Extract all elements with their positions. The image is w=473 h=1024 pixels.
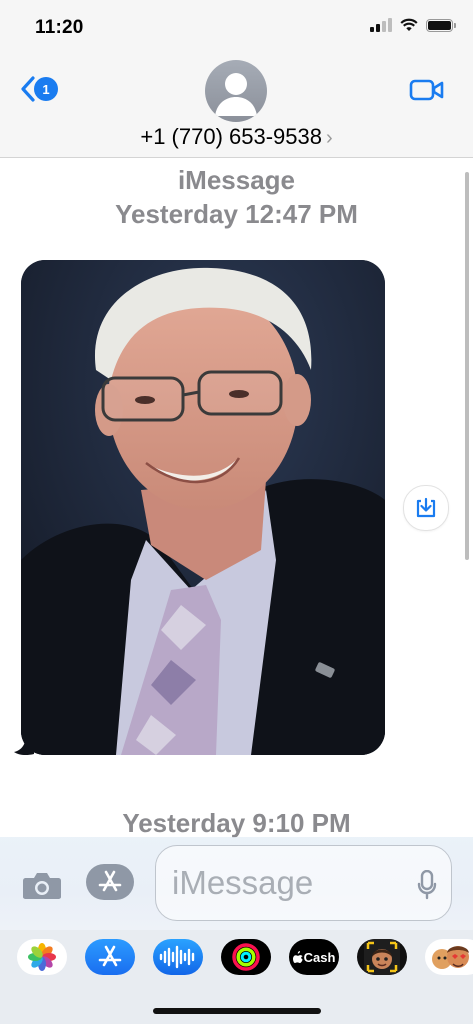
photos-app-button[interactable]	[17, 939, 67, 975]
dictation-button[interactable]	[417, 869, 437, 905]
app-store-app-button[interactable]	[85, 939, 135, 975]
memoji-stickers-app-button[interactable]	[425, 939, 473, 975]
app-store-icon	[98, 870, 122, 892]
person-icon	[215, 73, 257, 116]
apps-button[interactable]	[86, 864, 134, 900]
activity-app-button[interactable]	[221, 939, 271, 975]
contact-avatar[interactable]	[205, 60, 267, 122]
bubble-tail-icon	[14, 734, 34, 756]
cellular-signal-icon	[370, 18, 392, 32]
save-photo-button[interactable]	[403, 485, 449, 531]
app-store-a-icon	[98, 945, 122, 967]
conversation-header: 1 +1 (770) 653-9538 ›	[0, 56, 473, 158]
message-input-field[interactable]	[155, 845, 452, 921]
memoji-stickers-icon	[432, 946, 469, 969]
photos-icon	[28, 943, 56, 971]
camera-icon	[23, 873, 61, 899]
status-bar: 11:20	[0, 0, 473, 56]
message-timestamp: Yesterday 12:47 PM	[115, 199, 358, 229]
compose-bar	[0, 837, 473, 930]
activity-rings-icon	[232, 943, 260, 971]
video-camera-icon	[409, 79, 444, 101]
waveform-icon	[159, 945, 195, 969]
facetime-video-button[interactable]	[409, 78, 445, 107]
message-timestamp-2: Yesterday 9:10 PM	[122, 808, 351, 838]
audio-message-app-button[interactable]	[153, 939, 203, 975]
camera-button[interactable]	[22, 870, 62, 905]
battery-icon	[426, 18, 456, 32]
back-button[interactable]: 1	[20, 76, 58, 102]
service-label: iMessage	[177, 165, 296, 195]
memoji-icon	[364, 939, 400, 975]
contact-number: +1 (770) 653-9538	[140, 124, 322, 149]
apple-logo-icon	[292, 951, 303, 963]
memoji-app-button[interactable]	[357, 939, 407, 975]
wifi-icon	[400, 18, 418, 31]
apple-cash-app-button[interactable]: Cash	[289, 939, 339, 975]
unread-badge: 1	[34, 77, 58, 101]
chevron-right-icon: ›	[325, 127, 333, 149]
message-input[interactable]	[170, 860, 404, 906]
contact-name[interactable]: +1 (770) 653-9538 ›	[0, 124, 473, 150]
status-icons	[370, 18, 456, 32]
portrait-photo	[21, 260, 385, 755]
apple-cash-label: Cash	[303, 949, 336, 965]
download-icon	[416, 497, 436, 518]
status-time: 11:20	[35, 17, 84, 38]
microphone-icon	[417, 869, 437, 900]
photo-message[interactable]	[21, 260, 385, 755]
home-indicator[interactable]	[153, 1008, 321, 1014]
scrollbar[interactable]	[465, 172, 469, 560]
